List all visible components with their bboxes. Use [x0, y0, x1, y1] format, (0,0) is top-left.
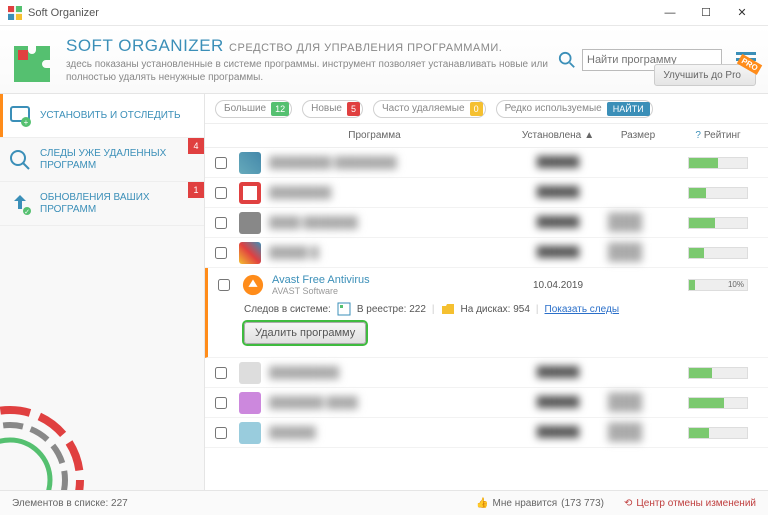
col-program[interactable]: Программа: [241, 130, 508, 141]
filter-new[interactable]: Новые5: [302, 100, 363, 118]
window-title: Soft Organizer: [28, 7, 652, 19]
list-item[interactable]: ███████████████: [205, 358, 768, 388]
registry-icon: [337, 302, 351, 316]
help-icon: ?: [695, 130, 701, 141]
row-checkbox[interactable]: [215, 397, 227, 409]
row-checkbox[interactable]: [218, 279, 230, 291]
sidebar-item-updates[interactable]: ✓ ОБНОВЛЕНИЯ ВАШИХ ПРОГРАММ 1: [0, 182, 204, 226]
sidebar-label: ОБНОВЛЕНИЯ ВАШИХ ПРОГРАММ: [40, 192, 196, 216]
row-checkbox[interactable]: [215, 157, 227, 169]
titlebar: Soft Organizer — ☐ ✕: [0, 0, 768, 26]
sidebar: + УСТАНОВИТЬ И ОТСЛЕДИТЬ СЛЕДЫ УЖЕ УДАЛЕ…: [0, 94, 205, 490]
app-subtitle: СРЕДСТВО ДЛЯ УПРАВЛЕНИЯ ПРОГРАММАМИ.: [229, 42, 502, 54]
filter-bar: Большие12 Новые5 Часто удаляемые0 Редко …: [205, 94, 768, 124]
badge: 1: [188, 182, 204, 198]
filter-often-removed[interactable]: Часто удаляемые0: [373, 100, 486, 118]
col-installed[interactable]: Установлена▲: [508, 130, 608, 141]
app-logo-icon: [8, 6, 22, 20]
app-title: SOFT ORGANIZER: [66, 36, 224, 55]
rating-bar: 10%: [688, 279, 748, 291]
decor-arcs: [0, 360, 130, 490]
badge: 4: [188, 138, 204, 154]
selected-details: Следов в системе: В реестре: 222 | На ди…: [218, 296, 768, 344]
folder-icon: [441, 302, 455, 316]
undo-icon: ⟲: [624, 498, 632, 509]
like-button[interactable]: 👍 Мне нравится (173 773): [476, 498, 604, 509]
sort-icon: ▲: [584, 130, 594, 141]
avast-icon: [242, 274, 264, 296]
upgrade-button[interactable]: Улучшить до Pro: [654, 64, 756, 86]
svg-text:+: +: [24, 118, 29, 127]
uninstall-button[interactable]: Удалить программу: [244, 322, 366, 344]
filter-rarely-used[interactable]: Редко используемыеНАЙТИ: [496, 100, 653, 118]
app-description: здесь показаны установленные в системе п…: [66, 58, 558, 84]
sidebar-label: УСТАНОВИТЬ И ОТСЛЕДИТЬ: [40, 110, 181, 122]
list-item[interactable]: ████████ ██████████████: [205, 148, 768, 178]
install-icon: +: [8, 104, 32, 128]
close-button[interactable]: ✕: [724, 1, 760, 25]
maximize-button[interactable]: ☐: [688, 1, 724, 25]
list-item[interactable]: ███████████████: [205, 418, 768, 448]
app-name-cell: Avast Free Antivirus AVAST Software: [272, 274, 508, 296]
col-rating[interactable]: ?Рейтинг: [668, 130, 768, 141]
list-item[interactable]: ███████ █████████████: [205, 388, 768, 418]
sidebar-item-traces[interactable]: СЛЕДЫ УЖЕ УДАЛЕННЫХ ПРОГРАММ 4: [0, 138, 204, 182]
program-list: ████████ ██████████████ ██████████████ █…: [205, 148, 768, 490]
row-checkbox[interactable]: [215, 247, 227, 259]
list-item[interactable]: ██████████████: [205, 178, 768, 208]
svg-text:✓: ✓: [24, 209, 30, 216]
sidebar-item-install[interactable]: + УСТАНОВИТЬ И ОТСЛЕДИТЬ: [0, 94, 204, 138]
updates-icon: ✓: [8, 192, 32, 216]
minimize-button[interactable]: —: [652, 1, 688, 25]
search-icon: [558, 51, 576, 69]
list-item-selected[interactable]: Avast Free Antivirus AVAST Software 10.0…: [205, 268, 768, 358]
puzzle-icon: [8, 36, 56, 84]
list-item[interactable]: ████ ████████████████: [205, 208, 768, 238]
sidebar-label: СЛЕДЫ УЖЕ УДАЛЕННЫХ ПРОГРАММ: [40, 148, 196, 172]
row-checkbox[interactable]: [215, 187, 227, 199]
row-checkbox[interactable]: [215, 427, 227, 439]
row-checkbox[interactable]: [215, 367, 227, 379]
traces-icon: [8, 148, 32, 172]
status-bar: Элементов в списке: 227 👍 Мне нравится (…: [0, 490, 768, 515]
undo-center-button[interactable]: ⟲ Центр отмены изменений: [624, 498, 756, 509]
filter-big[interactable]: Большие12: [215, 100, 292, 118]
list-item[interactable]: █████ ██████████: [205, 238, 768, 268]
header: SOFT ORGANIZER СРЕДСТВО ДЛЯ УПРАВЛЕНИЯ П…: [0, 26, 768, 94]
show-traces-link[interactable]: Показать следы: [545, 304, 620, 315]
installed-date: 10.04.2019: [508, 280, 608, 291]
thumbs-up-icon: 👍: [476, 498, 488, 509]
status-count: Элементов в списке: 227: [12, 498, 456, 509]
list-header: Программа Установлена▲ Размер ?Рейтинг: [205, 124, 768, 148]
col-size[interactable]: Размер: [608, 130, 668, 141]
row-checkbox[interactable]: [215, 217, 227, 229]
